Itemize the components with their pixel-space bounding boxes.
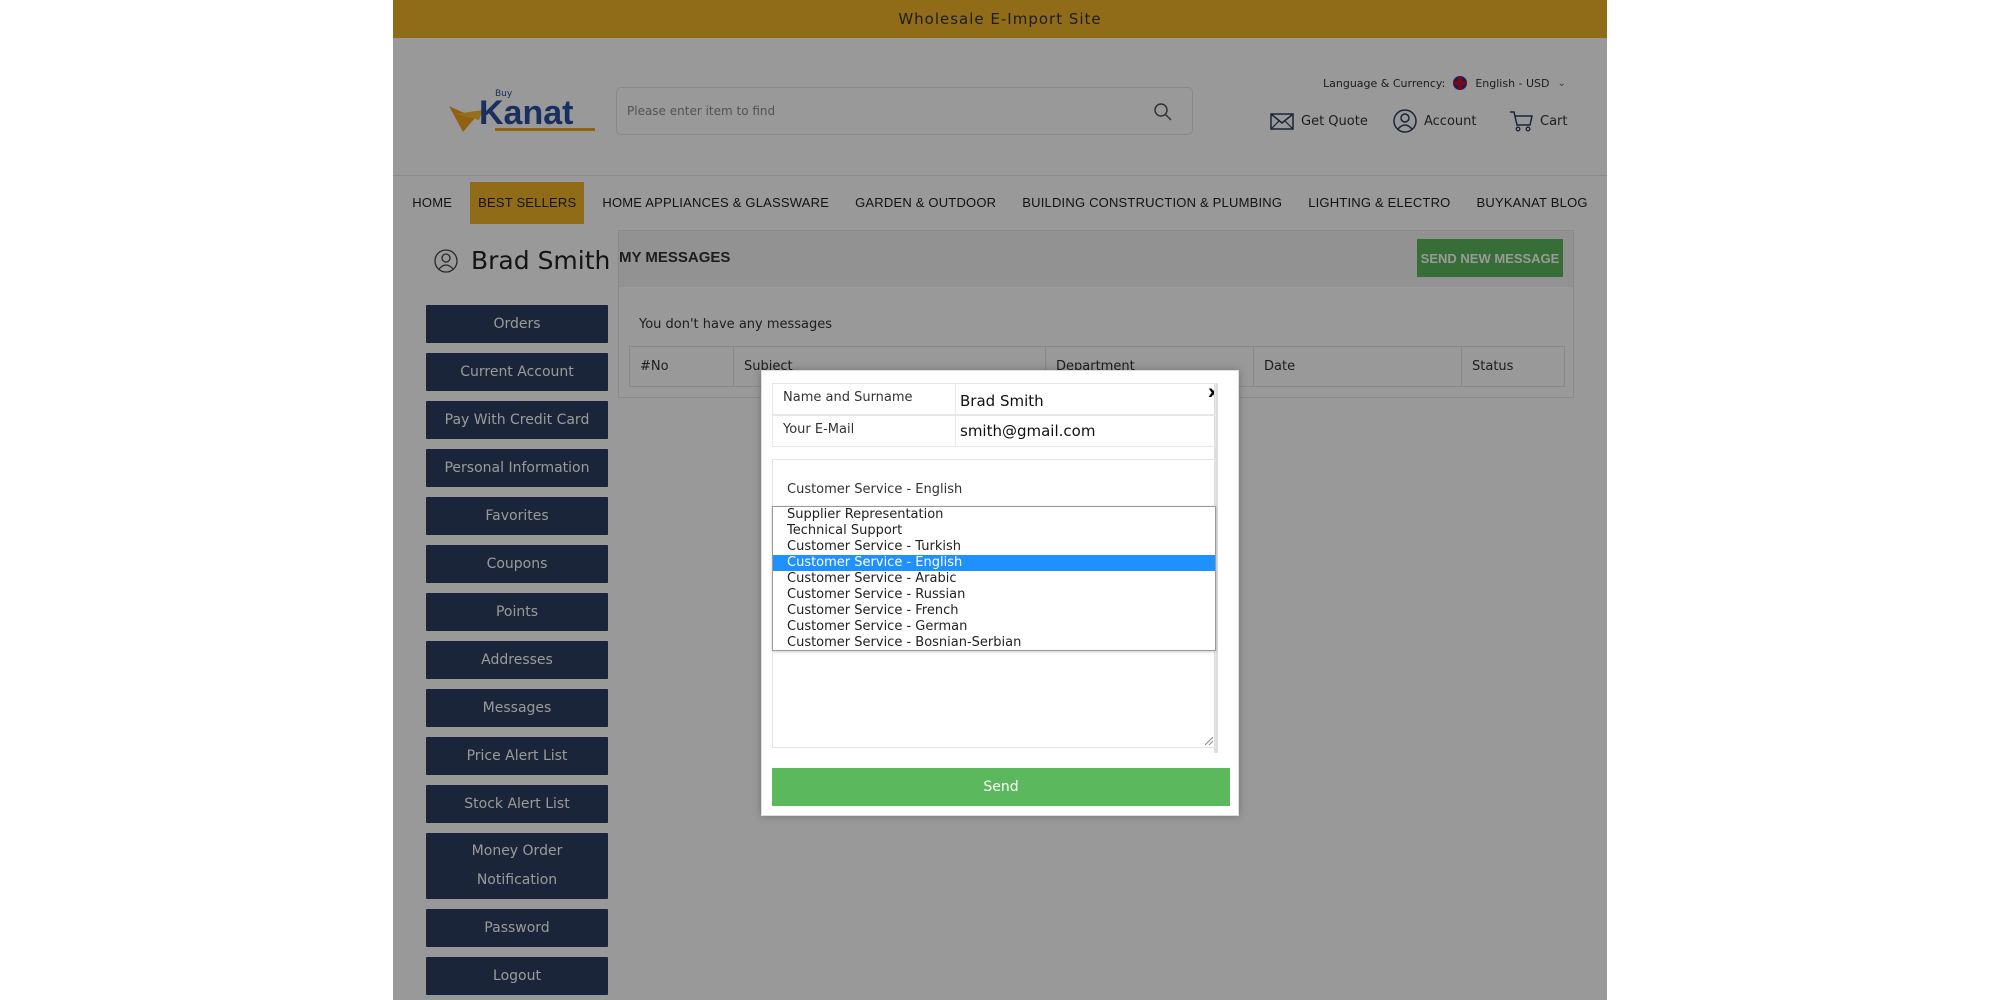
send-button[interactable]: Send	[772, 768, 1230, 806]
email-label: Your E-Mail	[773, 416, 956, 446]
email-row: Your E-Mail smith@gmail.com	[772, 415, 1216, 447]
dropdown-option[interactable]: Customer Service - Turkish	[773, 539, 1215, 555]
department-dropdown-list: Supplier Representation Technical Suppor…	[772, 506, 1216, 651]
dropdown-option[interactable]: Customer Service - German	[773, 619, 1215, 635]
dropdown-option[interactable]: Technical Support	[773, 523, 1215, 539]
name-field[interactable]: Brad Smith	[956, 384, 1048, 414]
department-select[interactable]: Customer Service - English	[772, 459, 1216, 507]
modal-form: Name and Surname Brad Smith Your E-Mail …	[772, 383, 1218, 753]
message-textarea[interactable]	[772, 651, 1216, 748]
name-row: Name and Surname Brad Smith	[772, 383, 1216, 415]
dropdown-option[interactable]: Customer Service - French	[773, 603, 1215, 619]
page: Wholesale E-Import Site Kanat Buy Langua…	[393, 0, 1607, 1000]
dropdown-option[interactable]: Supplier Representation	[773, 507, 1215, 523]
dropdown-option-selected[interactable]: Customer Service - English	[773, 555, 1215, 571]
email-field[interactable]: smith@gmail.com	[956, 416, 1099, 446]
resize-handle-icon[interactable]	[1205, 737, 1213, 745]
dropdown-option[interactable]: Customer Service - Russian	[773, 587, 1215, 603]
dropdown-option[interactable]: Customer Service - Bosnian-Serbian	[773, 635, 1215, 651]
dropdown-option[interactable]: Customer Service - Arabic	[773, 571, 1215, 587]
name-label: Name and Surname	[773, 384, 956, 414]
new-message-modal: x Name and Surname Brad Smith Your E-Mai…	[761, 370, 1239, 816]
